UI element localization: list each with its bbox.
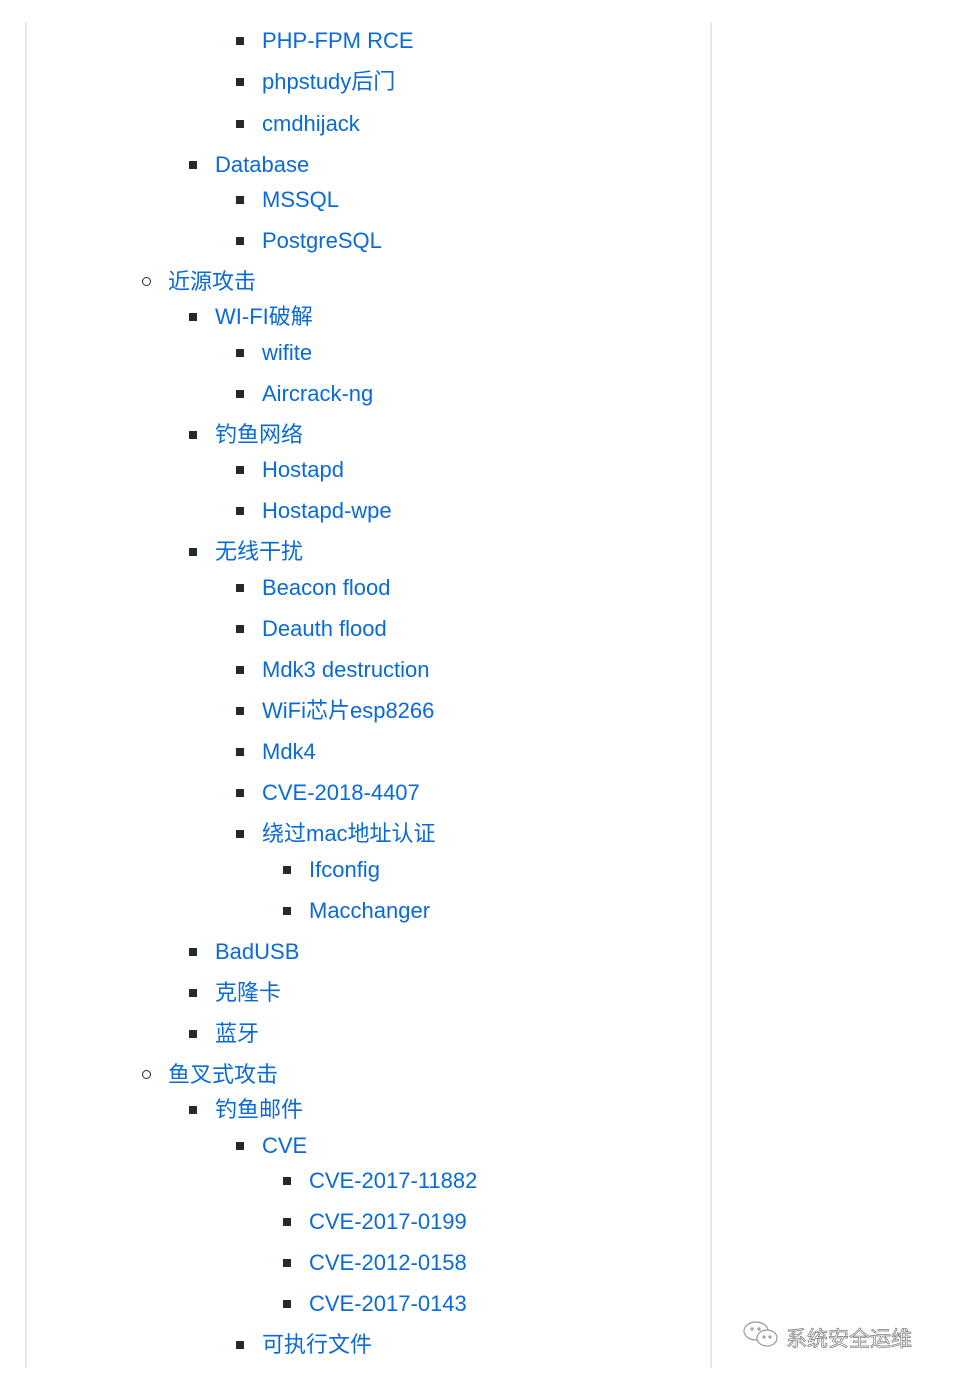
list-item-link[interactable]: WiFi芯片esp8266 [262, 696, 434, 726]
square-bullet-icon [189, 1030, 197, 1038]
square-bullet-icon [236, 625, 244, 633]
list-item-link[interactable]: 可执行文件 [262, 1330, 372, 1360]
list-item-link[interactable]: Beacon flood [262, 573, 390, 603]
list-item-link[interactable]: WI-FI破解 [215, 302, 313, 332]
square-bullet-icon [236, 390, 244, 398]
square-bullet-icon [283, 1218, 291, 1226]
square-bullet-icon [236, 830, 244, 838]
watermark: 系统安全运维 [742, 1320, 912, 1356]
list-item-link[interactable]: 蓝牙 [215, 1019, 259, 1049]
list-item-link[interactable]: CVE-2012-0158 [309, 1248, 467, 1278]
list-item-link[interactable]: 钓鱼网络 [215, 420, 303, 450]
list-item-link[interactable]: cmdhijack [262, 109, 360, 139]
list-item-link[interactable]: CVE [262, 1131, 307, 1161]
square-bullet-icon [189, 313, 197, 321]
square-bullet-icon [283, 1177, 291, 1185]
square-bullet-icon [236, 196, 244, 204]
list-item-link[interactable]: phpstudy后门 [262, 67, 395, 97]
watermark-text: 系统安全运维 [786, 1328, 913, 1352]
list-item-link[interactable]: CVE-2017-11882 [309, 1166, 477, 1196]
list-item-link[interactable]: Macchanger [309, 896, 430, 926]
square-bullet-icon [236, 584, 244, 592]
left-border [25, 22, 27, 1368]
square-bullet-icon [283, 866, 291, 874]
list-item-link[interactable]: PostgreSQL [262, 226, 382, 256]
square-bullet-icon [236, 37, 244, 45]
list-item-link[interactable]: 鱼叉式攻击 [168, 1060, 278, 1090]
list-item-link[interactable]: CVE-2018-4407 [262, 778, 420, 808]
list-item-link[interactable]: Hostapd [262, 455, 344, 485]
square-bullet-icon [236, 120, 244, 128]
list-item-link[interactable]: CVE-2017-0143 [309, 1289, 467, 1319]
square-bullet-icon [283, 907, 291, 915]
square-bullet-icon [236, 78, 244, 86]
square-bullet-icon [236, 707, 244, 715]
list-item-link[interactable]: 无线干扰 [215, 537, 303, 567]
square-bullet-icon [283, 1259, 291, 1267]
list-item-link[interactable]: Mdk4 [262, 737, 316, 767]
list-item-link[interactable]: 绕过mac地址认证 [262, 819, 436, 849]
list-item-link[interactable]: BadUSB [215, 937, 299, 967]
list-item-link[interactable]: PHP-FPM RCE [262, 26, 414, 56]
list-item-link[interactable]: Database [215, 150, 309, 180]
square-bullet-icon [236, 789, 244, 797]
wechat-icon [742, 1320, 780, 1356]
square-bullet-icon [189, 948, 197, 956]
square-bullet-icon [236, 349, 244, 357]
list-item-link[interactable]: Ifconfig [309, 855, 380, 885]
square-bullet-icon [236, 748, 244, 756]
circle-bullet-icon [142, 277, 151, 286]
square-bullet-icon [236, 1341, 244, 1349]
list-item-link[interactable]: Deauth flood [262, 614, 387, 644]
square-bullet-icon [236, 237, 244, 245]
square-bullet-icon [236, 466, 244, 474]
list-item-link[interactable]: Hostapd-wpe [262, 496, 392, 526]
list-item-link[interactable]: 近源攻击 [168, 267, 256, 297]
square-bullet-icon [189, 161, 197, 169]
right-border [710, 22, 712, 1368]
square-bullet-icon [283, 1300, 291, 1308]
square-bullet-icon [189, 548, 197, 556]
square-bullet-icon [189, 1106, 197, 1114]
list-item-link[interactable]: Aircrack-ng [262, 379, 373, 409]
list-item-link[interactable]: MSSQL [262, 185, 339, 215]
list-item-link[interactable]: Mdk3 destruction [262, 655, 430, 685]
list-item-link[interactable]: CVE-2017-0199 [309, 1207, 467, 1237]
list-item-link[interactable]: wifite [262, 338, 312, 368]
circle-bullet-icon [142, 1070, 151, 1079]
list-item-link[interactable]: 克隆卡 [215, 978, 281, 1008]
square-bullet-icon [236, 507, 244, 515]
list-item-link[interactable]: 钓鱼邮件 [215, 1095, 303, 1125]
square-bullet-icon [236, 666, 244, 674]
square-bullet-icon [236, 1142, 244, 1150]
square-bullet-icon [189, 431, 197, 439]
square-bullet-icon [189, 989, 197, 997]
